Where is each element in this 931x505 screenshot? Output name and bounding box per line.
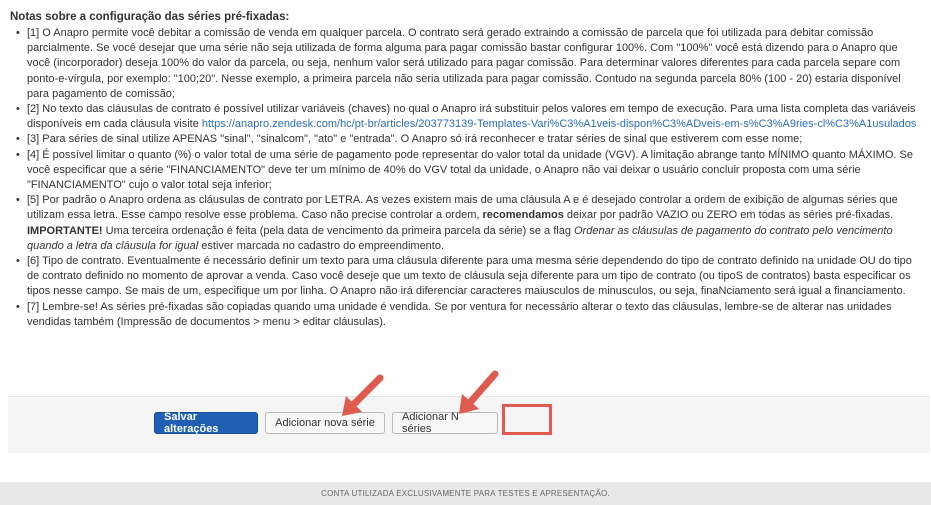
footer-text: CONTA UTILIZADA EXCLUSIVAMENTE PARA TEST…: [321, 489, 610, 498]
note-item-6: [6] Tipo de contrato. Eventualmente é ne…: [10, 254, 922, 300]
note-item-5: [5] Por padrão o Anapro ordena as cláusu…: [10, 193, 922, 254]
note-text: [3] Para séries de sinal utilize APENAS …: [27, 133, 803, 146]
note-text: Uma terceira ordenação é feita (pela dat…: [102, 224, 574, 237]
note-text: estiver marcada no cadastro do empreendi…: [198, 239, 445, 252]
templates-help-link[interactable]: https://anapro.zendesk.com/hc/pt-br/arti…: [202, 118, 917, 130]
note-item-2: [2] No texto das cláusulas de contrato é…: [10, 102, 922, 132]
note-emphasis: IMPORTANTE!: [27, 224, 103, 237]
notes-list: [1] O Anapro permite você debitar a comi…: [10, 26, 922, 330]
footer: CONTA UTILIZADA EXCLUSIVAMENTE PARA TEST…: [0, 482, 931, 505]
note-text: [1] O Anapro permite você debitar a comi…: [27, 27, 901, 100]
note-item-4: [4] É possível limitar o quanto (%) o va…: [10, 148, 922, 194]
note-text: deixar por padrão VAZIO ou ZERO em todas…: [563, 209, 894, 222]
notes-title: Notas sobre a configuração das séries pr…: [10, 11, 290, 23]
highlight-box: [502, 404, 552, 435]
note-item-1: [1] O Anapro permite você debitar a comi…: [10, 26, 922, 102]
note-item-7: [7] Lembre-se! As séries pré-fixadas são…: [10, 300, 922, 330]
note-text: [6] Tipo de contrato. Eventualmente é ne…: [27, 255, 912, 298]
annotation-arrow-icon: [459, 370, 499, 414]
annotation-arrow-icon: [342, 374, 384, 416]
note-text: [4] É possível limitar o quanto (%) o va…: [27, 148, 913, 192]
note-emphasis: recomendamos: [482, 209, 564, 222]
save-changes-button[interactable]: Salvar alterações: [154, 411, 258, 435]
note-text: [7] Lembre-se! As séries pré-fixadas são…: [27, 300, 892, 328]
notes-section: Notas sobre a configuração das séries pr…: [10, 11, 922, 330]
note-item-3: [3] Para séries de sinal utilize APENAS …: [10, 132, 922, 147]
